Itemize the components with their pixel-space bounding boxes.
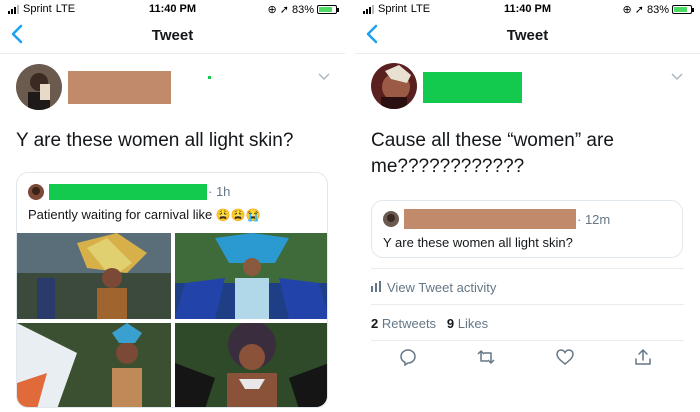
status-bar: Sprint LTE 11:40 PM ⊕ ➚ 83% bbox=[0, 0, 345, 18]
tweet-text-line-1: Cause all these “women” are bbox=[371, 130, 614, 151]
avatar[interactable] bbox=[371, 63, 417, 109]
action-bar bbox=[355, 348, 700, 372]
like-icon[interactable] bbox=[556, 348, 576, 368]
right-screenshot: Sprint LTE 11:40 PM ⊕ ➚ 83% Tweet Cause … bbox=[355, 0, 700, 412]
location-icon: ➚ bbox=[279, 4, 289, 16]
divider bbox=[371, 268, 684, 269]
engagement-stats: 2 Retweets 9 Likes bbox=[371, 316, 488, 331]
status-bar: Sprint LTE 11:40 PM ⊕ ➚ 83% bbox=[355, 0, 700, 18]
divider bbox=[371, 340, 684, 341]
tweet-text: Y are these women all light skin? bbox=[16, 130, 294, 151]
carnival-photo-4[interactable] bbox=[175, 323, 327, 407]
battery-percent: 83% bbox=[291, 3, 314, 16]
page-title: Tweet bbox=[506, 27, 549, 44]
quote-username-redaction bbox=[49, 184, 207, 200]
avatar[interactable] bbox=[16, 64, 62, 110]
reply-icon[interactable] bbox=[399, 348, 419, 368]
username-redaction bbox=[68, 71, 171, 104]
quote-time: · 12m bbox=[577, 212, 611, 227]
likes-label[interactable]: Likes bbox=[458, 316, 488, 331]
retweets-count[interactable]: 2 bbox=[371, 316, 378, 331]
chevron-down-icon[interactable] bbox=[671, 70, 683, 84]
battery-percent: 83% bbox=[646, 3, 669, 16]
quote-avatar bbox=[28, 184, 44, 200]
quote-time: · 1h bbox=[208, 184, 231, 199]
activity-label: View Tweet activity bbox=[387, 280, 497, 295]
carnival-photo-2[interactable] bbox=[175, 233, 327, 319]
chevron-down-icon[interactable] bbox=[318, 70, 330, 84]
quoted-tweet[interactable]: · 1h Patiently waiting for carnival like… bbox=[16, 172, 328, 408]
nav-bar: Tweet bbox=[0, 18, 345, 54]
location-icon: ➚ bbox=[634, 4, 644, 16]
status-right: ⊕ ➚ 83% bbox=[267, 3, 339, 16]
emoji-group: 😩😩😭 bbox=[215, 208, 261, 222]
left-screenshot: Sprint LTE 11:40 PM ⊕ ➚ 83% Tweet Y are … bbox=[0, 0, 345, 412]
username-redaction bbox=[423, 72, 522, 103]
tweet-text-line-2: me???????????? bbox=[371, 156, 525, 177]
alarm-icon: ⊕ bbox=[267, 4, 277, 16]
quoted-tweet[interactable]: · 12m Y are these women all light skin? bbox=[371, 200, 683, 258]
battery-icon bbox=[672, 5, 694, 14]
alarm-icon: ⊕ bbox=[622, 4, 632, 16]
page-title: Tweet bbox=[151, 27, 194, 44]
panel-gutter bbox=[345, 0, 355, 412]
carnival-photo-3[interactable] bbox=[17, 323, 171, 407]
status-right: ⊕ ➚ 83% bbox=[622, 3, 694, 16]
likes-count[interactable]: 9 bbox=[447, 316, 454, 331]
divider bbox=[371, 304, 684, 305]
quote-text: Y are these women all light skin? bbox=[383, 235, 573, 250]
tweet-activity-link[interactable]: View Tweet activity bbox=[371, 280, 496, 295]
retweet-icon[interactable] bbox=[477, 348, 497, 368]
bar-chart-icon bbox=[371, 280, 381, 295]
quote-text-body: Patiently waiting for carnival like bbox=[28, 207, 213, 222]
quote-text: Patiently waiting for carnival like 😩😩😭 bbox=[28, 207, 261, 222]
carnival-photo-1[interactable] bbox=[17, 233, 171, 319]
quote-username-redaction bbox=[404, 209, 576, 229]
battery-icon bbox=[317, 5, 339, 14]
share-icon[interactable] bbox=[634, 348, 654, 368]
nav-bar: Tweet bbox=[355, 18, 700, 54]
quote-avatar bbox=[383, 211, 399, 227]
retweets-label[interactable]: Retweets bbox=[382, 316, 436, 331]
green-dot bbox=[208, 76, 211, 79]
